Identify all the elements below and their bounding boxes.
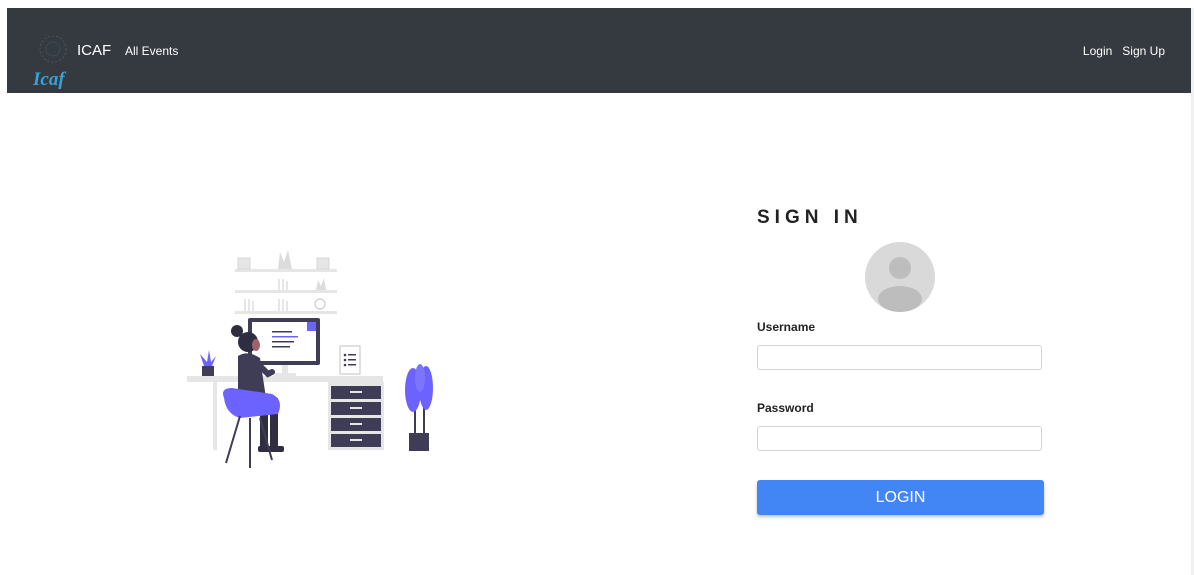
desk-top bbox=[187, 376, 383, 382]
icaf-logo-icon[interactable]: Icaf bbox=[27, 32, 79, 90]
user-avatar-icon bbox=[865, 242, 935, 312]
wall-shelves bbox=[235, 250, 337, 314]
nav-all-events-link[interactable]: All Events bbox=[125, 44, 178, 58]
username-label: Username bbox=[757, 320, 816, 334]
nav-login-link[interactable]: Login bbox=[1083, 44, 1112, 58]
username-input[interactable] bbox=[757, 345, 1042, 370]
woman-at-desk-illustration bbox=[187, 250, 433, 468]
logo-script-text: Icaf bbox=[32, 69, 66, 90]
password-input[interactable] bbox=[757, 426, 1042, 451]
password-label: Password bbox=[757, 401, 814, 415]
floor-plant bbox=[405, 364, 433, 451]
nav-auth-links: Login Sign Up bbox=[1083, 44, 1165, 58]
login-page: Icaf ICAF All Events Login Sign Up SIGN … bbox=[0, 0, 1194, 575]
nav-signup-link[interactable]: Sign Up bbox=[1122, 44, 1165, 58]
brand-name[interactable]: ICAF bbox=[77, 42, 111, 59]
login-button[interactable]: LOGIN bbox=[757, 480, 1044, 515]
signin-title: SIGN IN bbox=[757, 207, 863, 228]
top-navbar: Icaf ICAF All Events Login Sign Up bbox=[7, 8, 1191, 93]
